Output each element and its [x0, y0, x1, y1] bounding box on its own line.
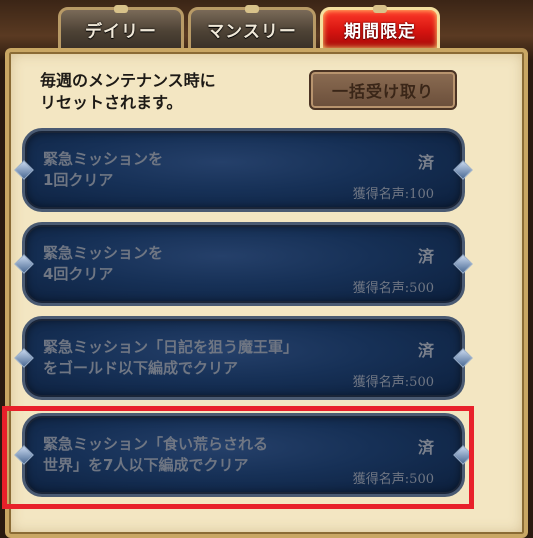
mission-reward: 獲得名声:500 [352, 375, 434, 390]
mission-title: 緊急ミッションを 4回クリア [43, 244, 164, 283]
completed-badge: 済 [417, 153, 434, 172]
mission-title: 緊急ミッションを 1回クリア [43, 150, 164, 189]
claim-all-label: 一括受け取り [331, 82, 434, 101]
completed-badge: 済 [417, 247, 434, 266]
mission-card[interactable]: 緊急ミッション「日記を狙う魔王軍」 をゴールド以下編成でクリア 済 獲得名声:5… [14, 316, 473, 400]
tab-ornament [373, 5, 387, 13]
tab-ornament [114, 5, 128, 13]
reset-notice: 毎週のメンテナンス時に リセットされます。 [40, 71, 216, 112]
mission-card[interactable]: 緊急ミッションを 4回クリア 済 獲得名声:500 [14, 222, 473, 306]
highlight-box [2, 406, 474, 509]
tab-daily-label: デイリー [85, 21, 157, 42]
completed-badge: 済 [417, 341, 434, 360]
tab-daily[interactable]: デイリー [58, 5, 184, 51]
mission-title: 緊急ミッション「日記を狙う魔王軍」 をゴールド以下編成でクリア [43, 338, 299, 377]
tab-monthly[interactable]: マンスリー [188, 5, 316, 51]
tab-monthly-label: マンスリー [207, 21, 297, 42]
mission-reward: 獲得名声:100 [352, 187, 434, 202]
mission-card[interactable]: 緊急ミッションを 1回クリア 済 獲得名声:100 [14, 128, 473, 212]
tab-ornament [245, 5, 259, 13]
mission-reward: 獲得名声:500 [352, 281, 434, 296]
tab-limited-label: 期間限定 [344, 21, 416, 42]
tab-limited[interactable]: 期間限定 [320, 5, 440, 51]
claim-all-button[interactable]: 一括受け取り [309, 70, 457, 110]
